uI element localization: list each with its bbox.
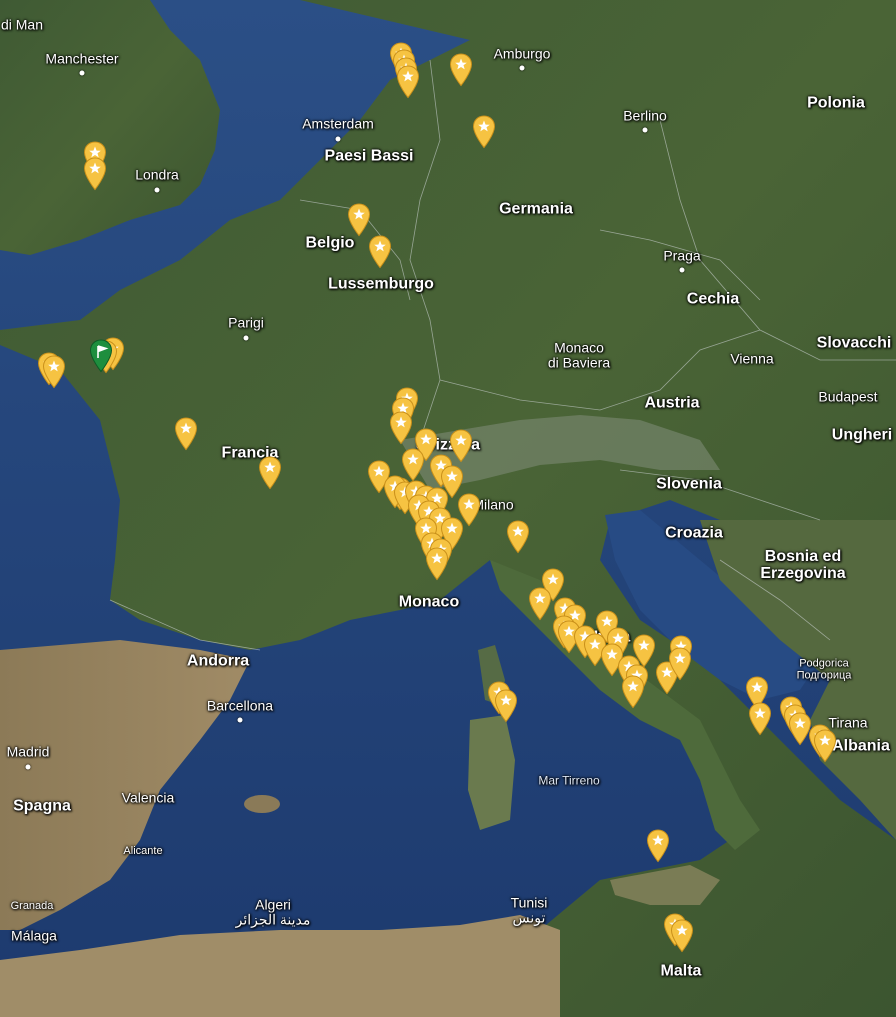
place-pin-star-icon[interactable]	[506, 520, 530, 554]
place-pin-star-icon[interactable]	[389, 411, 413, 445]
place-pin-star-icon[interactable]	[396, 65, 420, 99]
place-pin-star-icon[interactable]	[668, 647, 692, 681]
place-pin-star-icon[interactable]	[494, 689, 518, 723]
place-pin-star-icon[interactable]	[457, 493, 481, 527]
place-pin-star-icon[interactable]	[813, 729, 837, 763]
place-pin-star-icon[interactable]	[449, 53, 473, 87]
place-pin-star-icon[interactable]	[646, 829, 670, 863]
place-pin-star-icon[interactable]	[42, 355, 66, 389]
place-pin-star-icon[interactable]	[83, 157, 107, 191]
place-pin-star-icon[interactable]	[621, 675, 645, 709]
place-pin-star-icon[interactable]	[258, 456, 282, 490]
place-pin-star-icon[interactable]	[347, 203, 371, 237]
place-pin-star-icon[interactable]	[670, 919, 694, 953]
place-pin-star-icon[interactable]	[174, 417, 198, 451]
place-pin-star-icon[interactable]	[368, 235, 392, 269]
place-pin-star-icon[interactable]	[472, 115, 496, 149]
place-pin-star-icon[interactable]	[528, 587, 552, 621]
place-pin-star-icon[interactable]	[748, 702, 772, 736]
place-pin-star-icon[interactable]	[425, 547, 449, 581]
map-view[interactable]: di Man Manchester Londra Amburgo Amsterd…	[0, 0, 896, 1017]
place-pin-star-icon[interactable]	[632, 634, 656, 668]
start-flag-pin-icon[interactable]	[89, 339, 113, 373]
